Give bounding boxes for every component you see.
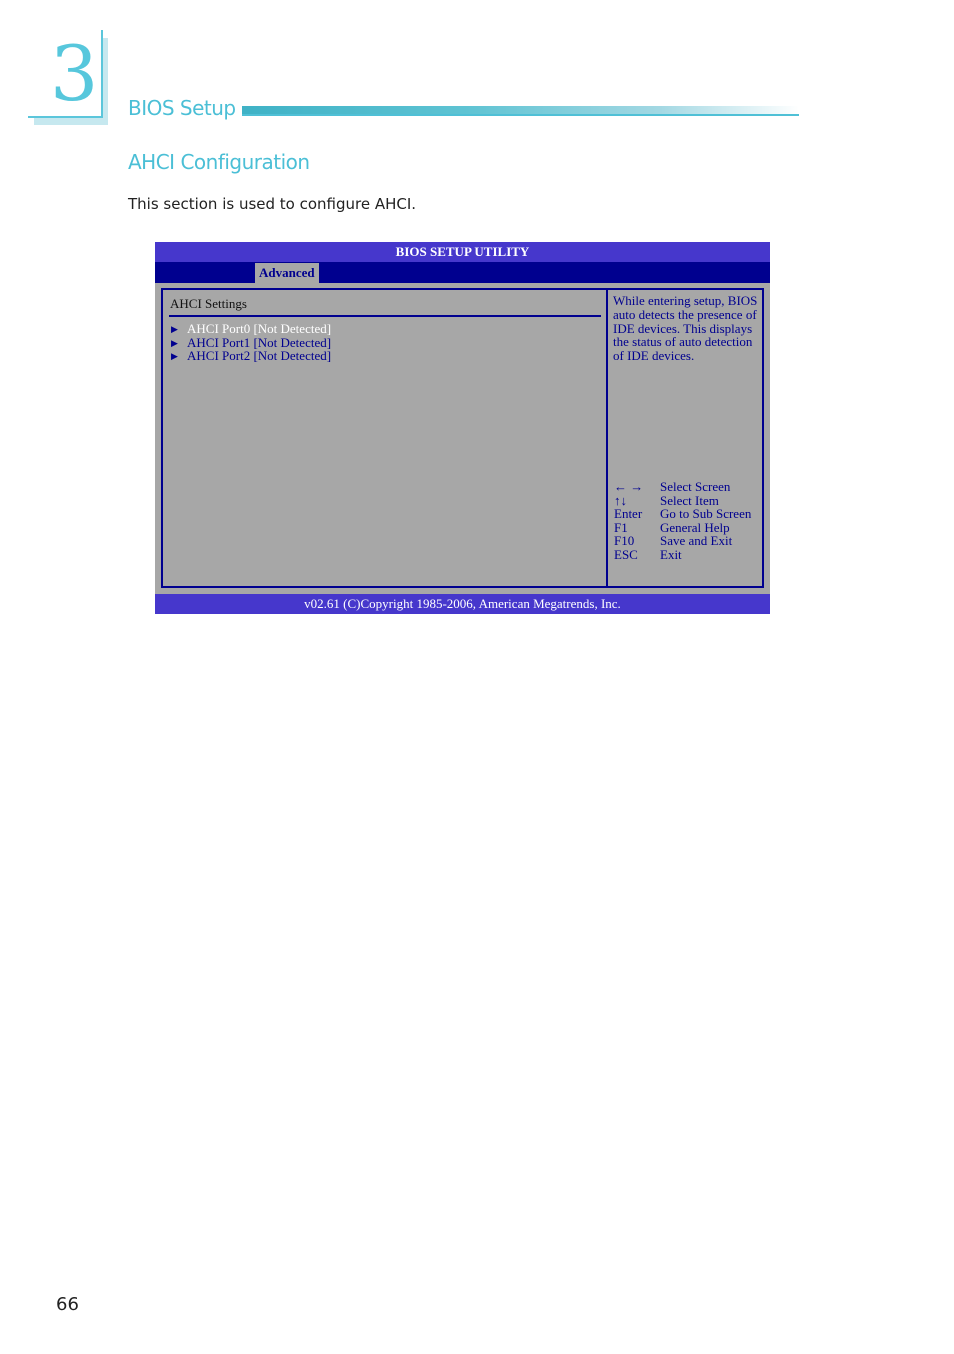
submenu-arrow-icon: ▶ — [171, 337, 178, 348]
bios-tab-bar: Advanced — [155, 262, 770, 283]
submenu-arrow-icon: ▶ — [171, 351, 178, 361]
key-row-select-item: ↑↓ Select Item — [614, 492, 751, 508]
key-name: Enter — [614, 506, 643, 522]
key-row-exit: ESC Exit — [614, 548, 751, 562]
chapter-number: 3 — [50, 29, 99, 118]
submenu-arrow-icon: ▶ — [171, 324, 178, 334]
menu-list: ▶ AHCI Port0 [Not Detected] ▶ AHCI Port1 [… — [171, 322, 331, 363]
key-legend: ← → Select Screen ↑↓ Select Item Enter Go t… — [614, 480, 751, 562]
key-row-sub-screen: Enter Go to Sub Screen — [614, 507, 751, 521]
key-name: F1 — [614, 519, 628, 535]
key-name: ← → — [614, 479, 644, 494]
key-name: ESC — [614, 546, 638, 562]
intro-text: This section is used to configure AHCI. — [128, 195, 417, 213]
menu-item-label: AHCI Port2 [Not Detected] — [187, 348, 332, 363]
key-name: ↑↓ — [614, 492, 627, 508]
key-name: F10 — [614, 533, 635, 549]
settings-divider — [169, 315, 601, 317]
bios-screenshot: BIOS SETUP UTILITY Advanced AHCI Setting… — [155, 242, 770, 614]
menu-item-ahci-port2[interactable]: ▶ AHCI Port2 [Not Detected] — [171, 349, 331, 363]
help-text: While entering setup, BIOS auto detects … — [613, 293, 758, 364]
page-heading: AHCI Configuration — [128, 150, 310, 174]
key-row-select-screen: ← → Select Screen — [614, 480, 751, 494]
settings-panel: AHCI Settings ▶ AHCI Port0 [Not Detected]… — [161, 288, 606, 588]
menu-item-ahci-port0[interactable]: ▶ AHCI Port0 [Not Detected] — [171, 322, 331, 336]
key-row-general-help: F1 General Help — [614, 519, 751, 535]
section-title: BIOS Setup — [128, 96, 236, 120]
settings-label: AHCI Settings — [170, 296, 247, 311]
key-action: Exit — [660, 546, 682, 562]
key-row-save-exit: F10 Save and Exit — [614, 534, 751, 548]
bios-title-bar: BIOS SETUP UTILITY — [155, 242, 770, 262]
menu-item-ahci-port1[interactable]: ▶ AHCI Port1 [Not Detected] — [171, 335, 331, 350]
title-decorative-bar — [242, 106, 799, 116]
tab-advanced[interactable]: Advanced — [255, 263, 319, 283]
bios-footer: v02.61 (C)Copyright 1985-2006, American … — [155, 594, 770, 614]
page-number: 66 — [56, 1294, 79, 1315]
help-panel: While entering setup, BIOS auto detects … — [606, 288, 764, 588]
